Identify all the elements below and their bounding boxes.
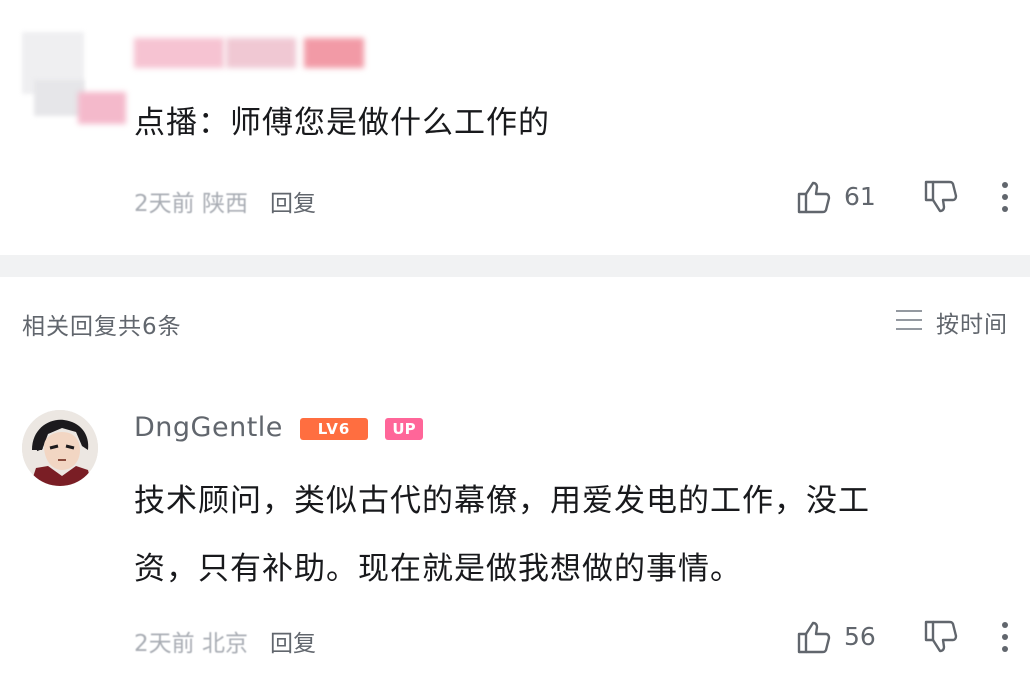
- reply-actions: 56: [770, 618, 1030, 658]
- comment-location: 陕西: [201, 191, 248, 217]
- reply-meta: 2天前 北京 回复: [134, 624, 316, 658]
- reply-text-line2: 资，只有补助。现在就是做我想做的事情。: [134, 551, 742, 587]
- more-vertical-icon[interactable]: [1000, 180, 1010, 218]
- sort-label: 按时间: [936, 312, 1008, 338]
- like-count: 61: [844, 182, 876, 211]
- reply-time: 2天前: [134, 631, 195, 657]
- username-blurred[interactable]: [134, 34, 366, 72]
- avatar[interactable]: [22, 32, 126, 124]
- thumb-up-icon[interactable]: [795, 618, 833, 660]
- reply-time-location: 2天前 北京: [134, 624, 248, 658]
- comment-actions: 61: [770, 178, 1030, 218]
- thumb-up-icon[interactable]: [795, 178, 833, 220]
- like-count: 56: [844, 622, 876, 651]
- sort-lines-icon: [894, 308, 924, 336]
- replies-count-label: 相关回复共6条: [22, 314, 182, 340]
- sort-by-time-button[interactable]: 按时间: [894, 305, 1008, 339]
- reply-username[interactable]: DngGentle: [134, 412, 283, 443]
- thumb-down-icon[interactable]: [922, 618, 960, 660]
- thumb-down-icon[interactable]: [922, 178, 960, 220]
- reply-button[interactable]: 回复: [270, 184, 316, 218]
- level-badge: LV6: [300, 418, 368, 440]
- reply-location: 北京: [201, 631, 248, 657]
- comment-text: 点播：师傅您是做什么工作的: [134, 105, 550, 141]
- up-badge: UP: [385, 418, 423, 440]
- comment-thread: 点播：师傅您是做什么工作的 2天前 陕西 回复 61 相关回复共6条 按时间 D…: [0, 0, 1030, 688]
- reply-button[interactable]: 回复: [270, 624, 316, 658]
- comment-time-location: 2天前 陕西: [134, 184, 248, 218]
- avatar[interactable]: [22, 410, 98, 486]
- comment-meta: 2天前 陕西 回复: [134, 184, 316, 218]
- replies-header: 相关回复共6条 按时间: [0, 277, 1030, 367]
- reply-text-line1: 技术顾问，类似古代的幕僚，用爱发电的工作，没工: [134, 483, 870, 519]
- more-vertical-icon[interactable]: [1000, 620, 1010, 658]
- parent-comment: 点播：师傅您是做什么工作的 2天前 陕西 回复 61: [0, 0, 1030, 255]
- section-divider: [0, 255, 1030, 277]
- comment-time: 2天前: [134, 191, 195, 217]
